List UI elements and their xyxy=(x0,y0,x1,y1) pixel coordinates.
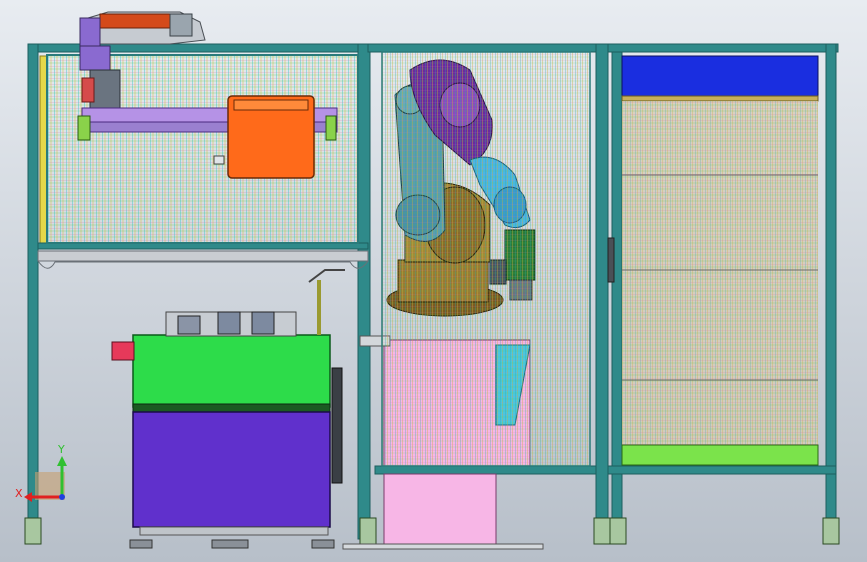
assembly-model-view[interactable]: X Y xyxy=(0,0,867,562)
x-axis-label: X xyxy=(15,487,23,500)
orange-motor-unit xyxy=(213,95,315,179)
center-mesh-guard xyxy=(381,51,591,467)
right-storage-rack[interactable] xyxy=(607,43,837,540)
cad-viewport[interactable]: X Y xyxy=(0,0,867,562)
y-axis-label: Y xyxy=(57,443,65,456)
